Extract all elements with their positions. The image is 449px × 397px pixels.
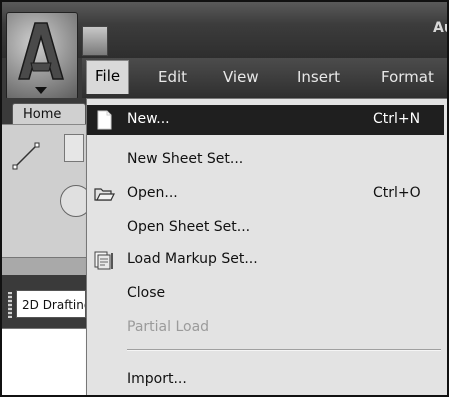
menu-item-new[interactable]: New... Ctrl+N bbox=[87, 105, 444, 135]
menu-item-open[interactable]: Open... Ctrl+O bbox=[87, 179, 444, 209]
menu-insert[interactable]: Insert bbox=[297, 68, 340, 86]
menu-item-label: New Sheet Set... bbox=[127, 151, 244, 167]
application-window: Au File Edit View Insert Format Home 2D … bbox=[0, 0, 449, 397]
menu-file[interactable]: File bbox=[86, 60, 130, 94]
window-title: Au bbox=[433, 20, 447, 36]
tab-home[interactable]: Home bbox=[12, 103, 86, 125]
application-menu-button[interactable] bbox=[6, 12, 78, 100]
menu-format[interactable]: Format bbox=[381, 68, 434, 86]
menu-item-import[interactable]: Import... bbox=[87, 365, 444, 395]
dropdown-arrow-icon bbox=[35, 87, 47, 94]
menu-item-load-markup-set[interactable]: Load Markup Set... bbox=[87, 245, 444, 275]
menu-item-new-sheet-set[interactable]: New Sheet Set... bbox=[87, 145, 444, 175]
menu-bar: File Edit View Insert Format bbox=[82, 58, 447, 98]
menu-item-label: Partial Load bbox=[127, 319, 210, 335]
drawing-area[interactable] bbox=[2, 328, 86, 395]
menu-item-close[interactable]: Close bbox=[87, 279, 444, 309]
open-folder-icon bbox=[94, 188, 115, 201]
file-menu-dropdown: New... Ctrl+N New Sheet Set... Open... C… bbox=[86, 98, 447, 395]
menu-item-label: Open Sheet Set... bbox=[127, 219, 251, 235]
menu-item-partial-load: Partial Load bbox=[87, 313, 444, 343]
menu-item-label: New... bbox=[127, 111, 170, 127]
menu-item-label: Import... bbox=[127, 371, 187, 387]
markup-set-icon bbox=[94, 251, 113, 270]
autocad-logo-icon bbox=[18, 22, 64, 80]
menu-edit[interactable]: Edit bbox=[158, 68, 187, 86]
line-tool-icon[interactable] bbox=[12, 142, 40, 170]
menu-separator bbox=[127, 349, 441, 351]
polyline-tool-icon[interactable] bbox=[64, 134, 84, 162]
menu-view[interactable]: View bbox=[223, 68, 259, 86]
quick-access-button[interactable] bbox=[82, 26, 108, 56]
toolbar-grip-icon[interactable] bbox=[8, 292, 12, 318]
menu-item-label: Open... bbox=[127, 185, 178, 201]
menu-item-label: Close bbox=[127, 285, 166, 301]
menu-item-shortcut: Ctrl+N bbox=[373, 111, 421, 127]
new-document-icon bbox=[97, 110, 112, 130]
menu-item-open-sheet-set[interactable]: Open Sheet Set... bbox=[87, 213, 444, 243]
menu-item-label: Load Markup Set... bbox=[127, 251, 258, 267]
ribbon-panel-title-bar bbox=[2, 257, 86, 276]
workspace-selector[interactable]: 2D Drafting bbox=[16, 290, 86, 318]
menu-item-shortcut: Ctrl+O bbox=[373, 185, 421, 201]
